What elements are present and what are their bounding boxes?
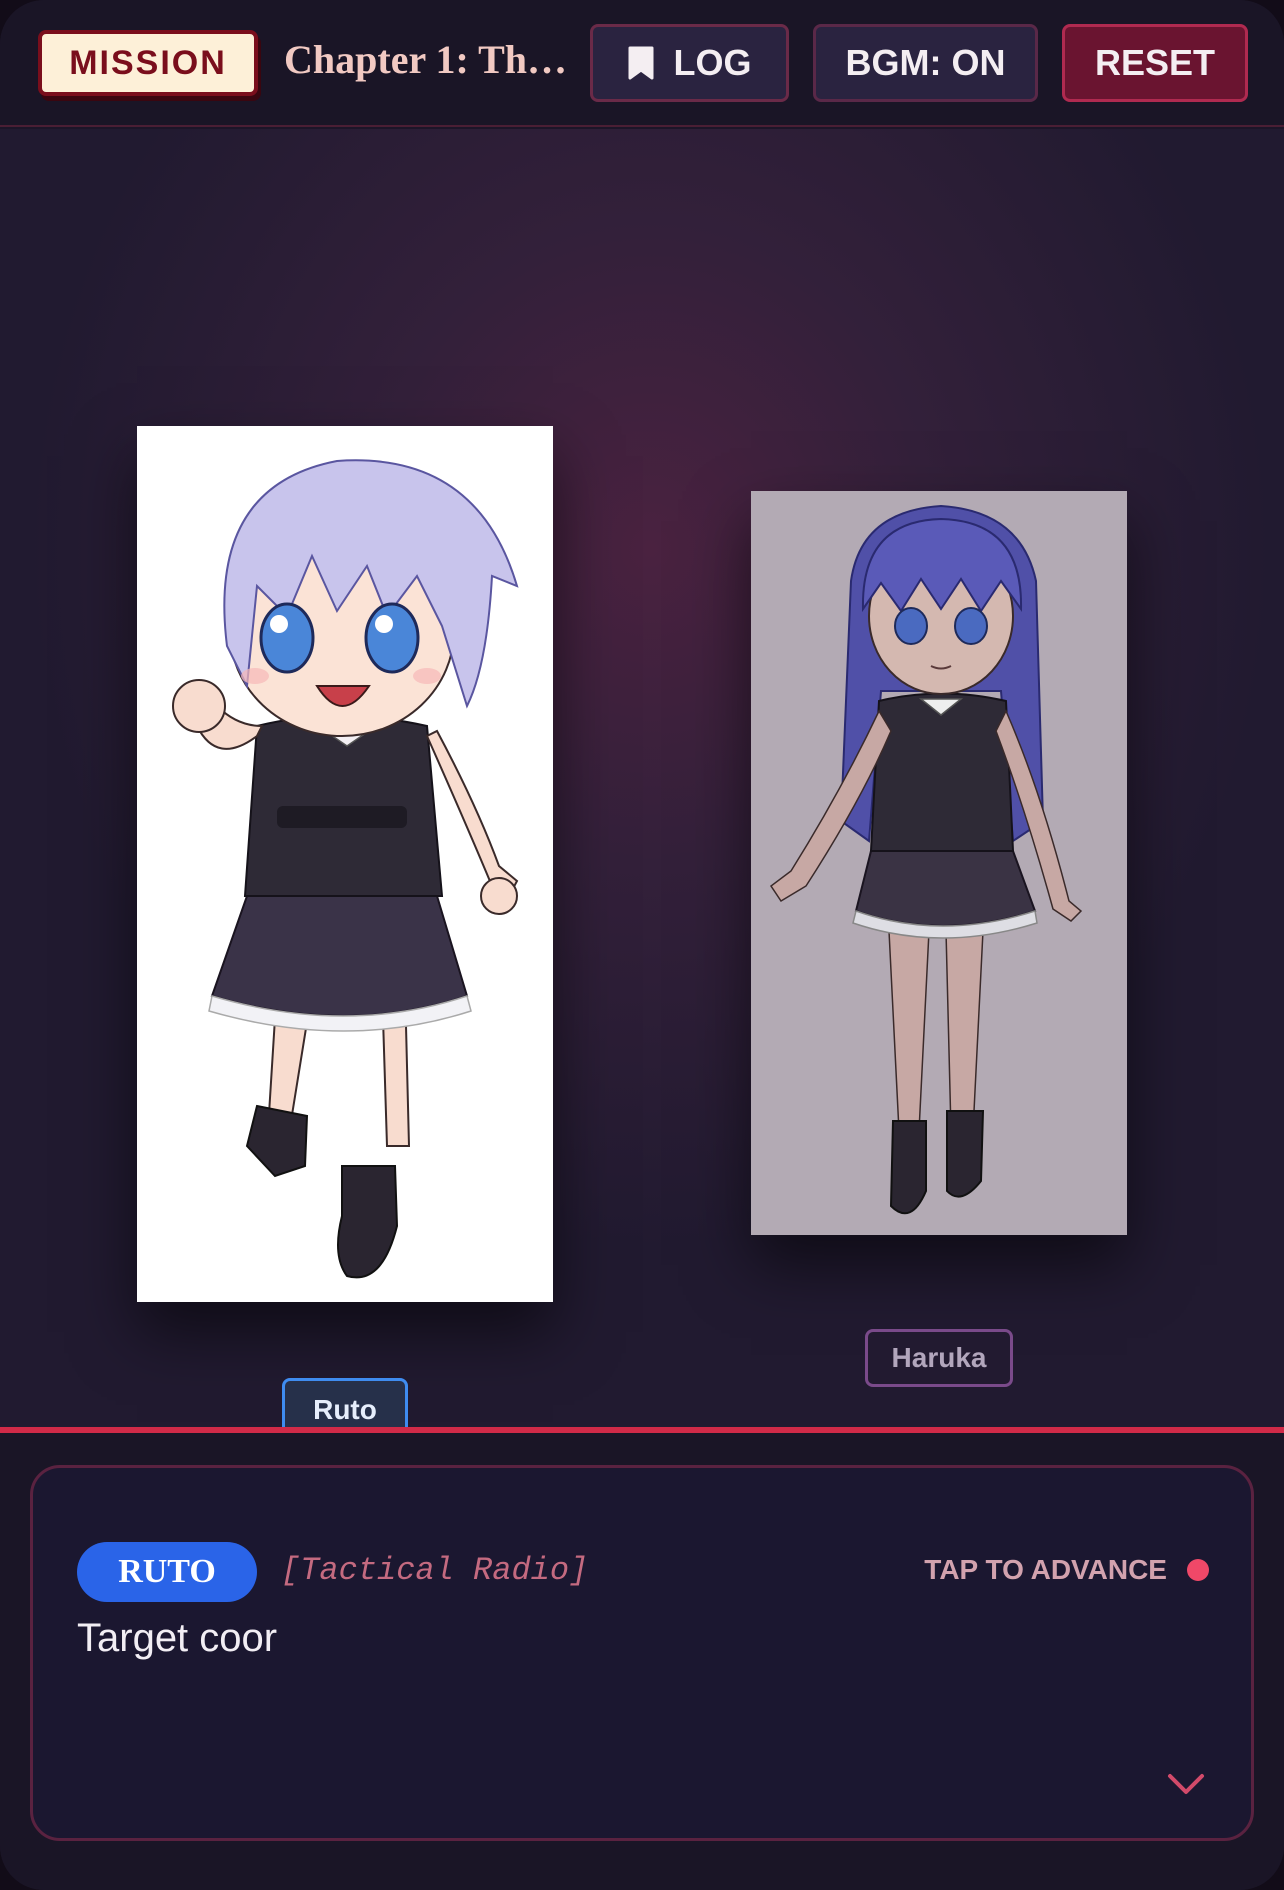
log-button[interactable]: LOG <box>590 24 789 102</box>
haruka-sprite <box>769 504 1083 1215</box>
dialogue-channel: [Tactical Radio] <box>281 1552 589 1589</box>
reset-button[interactable]: RESET <box>1062 24 1248 102</box>
character-stage: Ruto Haruka <box>0 129 1284 1438</box>
dialogue-text: Target coor <box>77 1616 278 1660</box>
chevron-down-icon[interactable] <box>1166 1772 1206 1796</box>
tap-to-advance-label: TAP TO ADVANCE <box>924 1554 1167 1585</box>
ruto-sprite <box>172 459 519 1279</box>
game-screen: MISSION Chapter 1: Th… LOG BGM: ON RESET <box>0 0 1284 1890</box>
mission-button[interactable]: MISSION <box>38 30 258 96</box>
character-portrait-haruka <box>751 491 1127 1235</box>
speaker-badge: RUTO <box>77 1542 257 1602</box>
dialogue-area[interactable]: RUTO [Tactical Radio] TAP TO ADVANCE Tar… <box>0 1433 1284 1890</box>
tap-to-advance-indicator[interactable]: TAP TO ADVANCE <box>924 1554 1209 1586</box>
bgm-toggle-button[interactable]: BGM: ON <box>813 24 1038 102</box>
log-button-label: LOG <box>673 42 752 83</box>
bookmark-icon <box>628 46 653 80</box>
record-dot-icon <box>1187 1559 1209 1581</box>
chapter-title: Chapter 1: Th… <box>284 37 568 82</box>
top-bar: MISSION Chapter 1: Th… LOG BGM: ON RESET <box>0 0 1284 127</box>
dialogue-box[interactable]: RUTO [Tactical Radio] TAP TO ADVANCE Tar… <box>30 1465 1254 1841</box>
character-portrait-ruto <box>137 426 553 1302</box>
name-tag-haruka: Haruka <box>865 1329 1013 1387</box>
